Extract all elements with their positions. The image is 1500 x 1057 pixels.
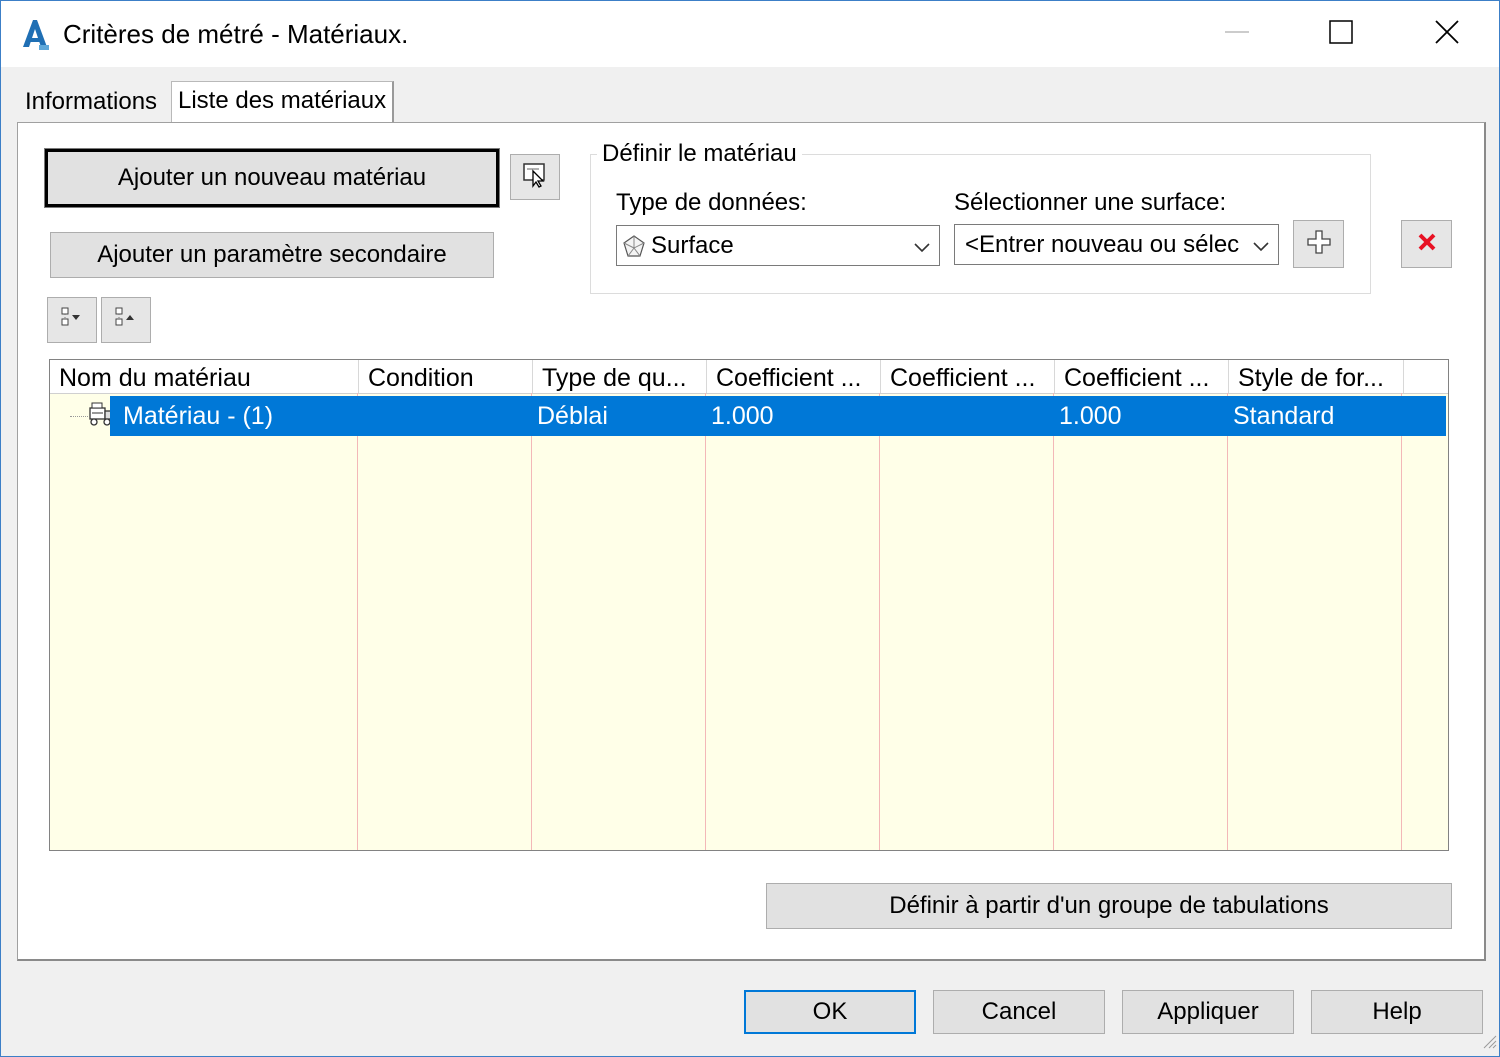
surface-icon (622, 234, 646, 265)
cell-style: Standard (1233, 402, 1335, 430)
tab-liste-des-materiaux[interactable]: Liste des matériaux (171, 81, 395, 124)
cell-coefficient-1: 1.000 (711, 402, 774, 430)
ok-label: OK (812, 998, 848, 1025)
delete-button[interactable] (1401, 220, 1452, 268)
column-header-coefficient-3[interactable]: Coefficient ... (1055, 360, 1229, 393)
column-header-style[interactable]: Style de for... (1229, 360, 1404, 393)
cancel-label: Cancel (981, 998, 1057, 1025)
help-button[interactable]: Help (1311, 990, 1483, 1034)
maximize-button[interactable] (1318, 11, 1364, 57)
collapse-tree-button[interactable] (101, 297, 151, 343)
tab-informations[interactable]: Informations (19, 83, 163, 121)
add-secondary-parameter-button[interactable]: Ajouter un paramètre secondaire (50, 232, 494, 278)
cell-quantity-type: Déblai (537, 402, 608, 430)
help-label: Help (1372, 998, 1422, 1025)
maximize-icon (1329, 19, 1353, 49)
column-header-coefficient-1[interactable]: Coefficient ... (707, 360, 881, 393)
close-icon (1435, 19, 1459, 49)
column-divider (1227, 393, 1228, 850)
data-type-select[interactable]: Surface (616, 225, 940, 266)
cancel-button[interactable]: Cancel (933, 990, 1105, 1034)
chevron-down-icon (913, 232, 931, 260)
column-header-name[interactable]: Nom du matériau (50, 360, 359, 393)
column-divider (705, 393, 706, 850)
surface-select[interactable]: <Entrer nouveau ou sélec (954, 224, 1279, 265)
minimize-icon (1225, 20, 1249, 49)
data-type-value: Surface (651, 231, 734, 259)
collapse-tree-icon (113, 305, 139, 336)
add-surface-button[interactable] (1293, 220, 1344, 268)
ok-button[interactable]: OK (744, 990, 916, 1034)
surface-select-label: Sélectionner une surface: (954, 189, 1227, 216)
expand-tree-button[interactable] (47, 297, 97, 343)
window-title: Critères de métré - Matériaux. (63, 19, 409, 49)
apply-label: Appliquer (1157, 998, 1259, 1025)
resize-grip-icon[interactable] (1481, 1033, 1497, 1054)
define-from-tabulation-label: Définir à partir d'un groupe de tabulati… (889, 892, 1329, 919)
apply-button[interactable]: Appliquer (1122, 990, 1294, 1034)
column-divider (357, 393, 358, 850)
minimize-button[interactable] (1214, 11, 1260, 57)
pick-from-drawing-button[interactable] (510, 154, 560, 200)
column-divider (1401, 393, 1402, 850)
autocad-a-icon (19, 17, 51, 51)
title-bar: Critères de métré - Matériaux. (1, 1, 1499, 67)
close-button[interactable] (1424, 11, 1470, 57)
column-header-condition[interactable]: Condition (359, 360, 533, 393)
add-material-button[interactable]: Ajouter un nouveau matériau (44, 148, 500, 208)
column-header-quantity-type[interactable]: Type de qu... (533, 360, 707, 393)
add-secondary-label: Ajouter un paramètre secondaire (97, 241, 447, 268)
define-from-tabulation-button[interactable]: Définir à partir d'un groupe de tabulati… (766, 883, 1452, 929)
column-header-coefficient-2[interactable]: Coefficient ... (881, 360, 1055, 393)
pick-from-drawing-icon (522, 162, 548, 193)
surface-select-value: <Entrer nouveau ou sélec (965, 230, 1240, 258)
add-icon (1306, 229, 1332, 260)
cell-coefficient-2 (879, 396, 1053, 436)
data-type-label: Type de données: (616, 189, 807, 216)
chevron-down-icon (1252, 231, 1270, 259)
grid-header: Nom du matériau Condition Type de qu... … (50, 360, 1448, 394)
cell-material-name: Matériau - (1) (123, 402, 274, 430)
column-divider (879, 393, 880, 850)
column-divider (1053, 393, 1054, 850)
column-divider (531, 393, 532, 850)
dialog-window: Critères de métré - Matériaux. Informati… (0, 0, 1500, 1057)
cell-condition (357, 396, 531, 436)
expand-tree-icon (59, 305, 85, 336)
delete-icon (1416, 231, 1438, 258)
add-material-label: Ajouter un nouveau matériau (117, 164, 427, 191)
define-material-title: Définir le matériau (597, 140, 802, 168)
cell-coefficient-3: 1.000 (1059, 402, 1122, 430)
materials-grid[interactable]: Nom du matériau Condition Type de qu... … (49, 359, 1449, 851)
tree-connector (70, 416, 88, 417)
